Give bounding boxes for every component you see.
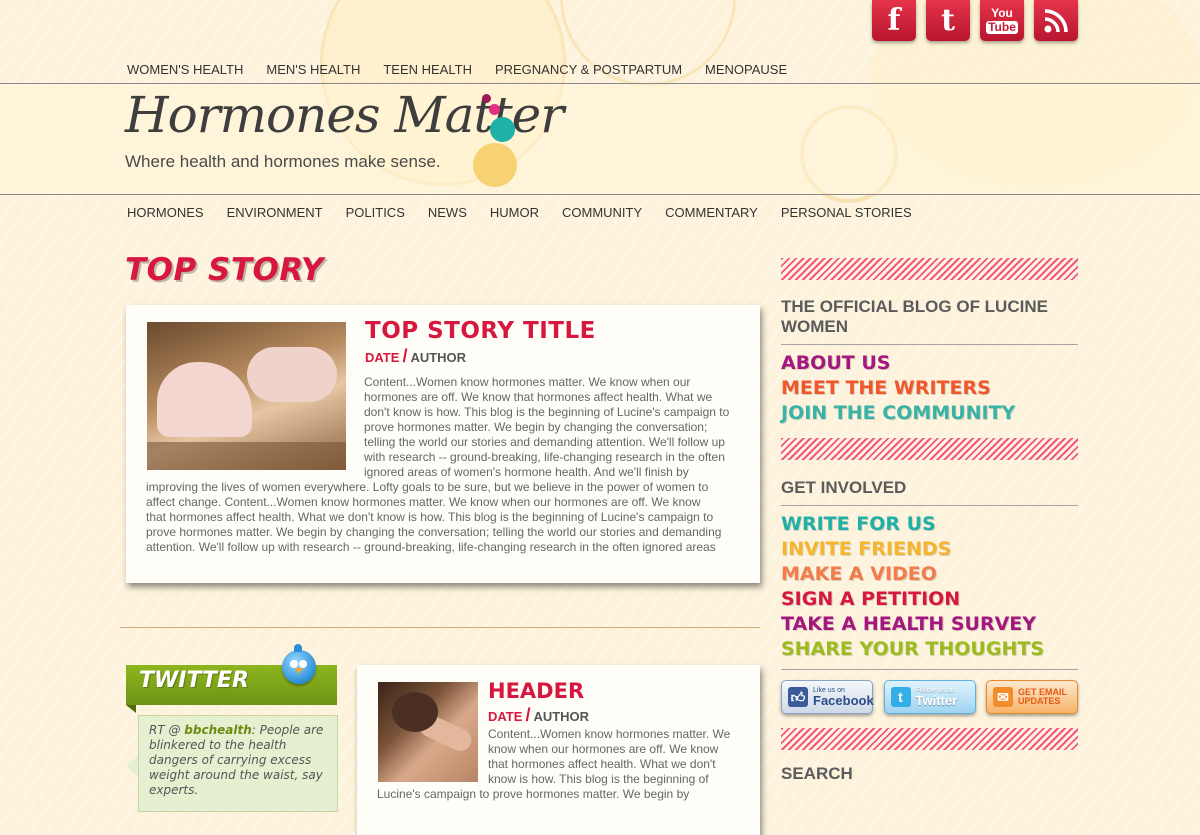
envelope-icon: ✉ <box>993 687 1013 707</box>
post-title[interactable]: HEADER <box>488 679 584 703</box>
get-involved-heading: GET INVOLVED <box>781 478 907 497</box>
twitter-icon[interactable]: t <box>926 0 970 41</box>
stripe-divider <box>781 258 1078 280</box>
tweet-handle[interactable]: bbchealth <box>184 723 251 737</box>
divider <box>781 505 1078 506</box>
logo-dot <box>473 143 517 187</box>
write-for-us-link[interactable]: WRITE FOR US <box>781 512 1078 537</box>
invite-friends-link[interactable]: INVITE FRIENDS <box>781 537 1078 562</box>
top-nav-mens-health[interactable]: MEN'S HEALTH <box>266 62 360 77</box>
top-story-heading: TOP STORY <box>125 252 324 288</box>
facebook-like-button[interactable]: 👍︎ Like us on Facebook <box>781 680 874 714</box>
email-updates-button[interactable]: ✉ GET EMAIL UPDATES <box>986 680 1078 714</box>
logo-dot <box>489 104 500 115</box>
tweet-bubble: RT @ bbchealth: People are blinkered to … <box>138 715 338 812</box>
top-story-title[interactable]: TOP STORY TITLE <box>365 318 596 344</box>
post-author[interactable]: AUTHOR <box>533 709 589 724</box>
social-icons: f t You Tube <box>872 0 1078 41</box>
main-nav-commentary[interactable]: COMMENTARY <box>665 205 758 220</box>
post-card: HEADER DATE / AUTHOR Content...Women know … <box>357 665 760 835</box>
join-community-link[interactable]: JOIN THE COMMUNITY <box>781 401 1078 426</box>
main-nav-hormones[interactable]: HORMONES <box>127 205 204 220</box>
story-author[interactable]: AUTHOR <box>410 350 466 365</box>
tweet-pointer <box>126 756 138 776</box>
logo-dot <box>490 117 515 142</box>
official-blog-heading: THE OFFICIAL BLOG OF LUCINE WOMEN <box>781 297 1048 336</box>
story-date: DATE <box>365 350 400 365</box>
meet-writers-link[interactable]: MEET THE WRITERS <box>781 376 1078 401</box>
rss-glyph <box>1044 8 1068 32</box>
stripe-divider <box>781 728 1078 750</box>
logo-dot <box>482 94 491 103</box>
main-nav-humor[interactable]: HUMOR <box>490 205 539 220</box>
share-thoughts-link[interactable]: SHARE YOUR THOUGHTS <box>781 637 1078 662</box>
sign-petition-link[interactable]: SIGN A PETITION <box>781 587 1078 612</box>
twitter-bird-icon <box>282 644 316 684</box>
main-nav-environment[interactable]: ENVIRONMENT <box>227 205 323 220</box>
about-us-link[interactable]: ABOUT US <box>781 351 1078 376</box>
thumbs-up-icon: 👍︎ <box>788 687 808 707</box>
follow-buttons: 👍︎ Like us on Facebook t Follow us on Twit… <box>781 680 1078 714</box>
facebook-icon[interactable]: f <box>872 0 916 41</box>
post-date: DATE <box>488 709 523 724</box>
divider <box>781 344 1078 345</box>
sidebar: THE OFFICIAL BLOG OF LUCINE WOMEN ABOUT … <box>781 258 1078 784</box>
top-nav: WOMEN'S HEALTH MEN'S HEALTH TEEN HEALTH … <box>127 62 810 77</box>
health-survey-link[interactable]: TAKE A HEALTH SURVEY <box>781 612 1078 637</box>
main-nav-news[interactable]: NEWS <box>428 205 467 220</box>
top-story-meta: DATE / AUTHOR <box>365 346 467 366</box>
main-nav-personal-stories[interactable]: PERSONAL STORIES <box>781 205 912 220</box>
top-story-content: Content...Women know hormones matter. We… <box>146 375 730 554</box>
rss-icon[interactable] <box>1034 0 1078 41</box>
divider <box>120 627 760 628</box>
stripe-divider <box>781 438 1078 460</box>
twitter-follow-button[interactable]: t Follow us on Twitter <box>883 680 976 714</box>
main-nav-politics[interactable]: POLITICS <box>346 205 405 220</box>
twitter-label: TWITTER <box>139 668 249 693</box>
top-nav-pregnancy[interactable]: PREGNANCY & POSTPARTUM <box>495 62 682 77</box>
twitter-bird-icon: t <box>890 687 911 707</box>
post-content: Content...Women know hormones matter. We… <box>377 727 731 801</box>
top-nav-menopause[interactable]: MENOPAUSE <box>705 62 787 77</box>
divider <box>781 669 1078 670</box>
main-nav-community[interactable]: COMMUNITY <box>562 205 642 220</box>
top-story-card: TOP STORY TITLE DATE / AUTHOR Content...Wo… <box>126 305 760 583</box>
top-nav-womens-health[interactable]: WOMEN'S HEALTH <box>127 62 243 77</box>
top-nav-teen-health[interactable]: TEEN HEALTH <box>383 62 472 77</box>
main-nav: HORMONES ENVIRONMENT POLITICS NEWS HUMOR… <box>127 205 935 220</box>
make-video-link[interactable]: MAKE A VIDEO <box>781 562 1078 587</box>
post-meta: DATE / AUTHOR <box>488 705 590 725</box>
youtube-icon[interactable]: You Tube <box>980 0 1024 41</box>
search-heading: SEARCH <box>781 764 853 783</box>
divider <box>0 194 1200 195</box>
ribbon-fold <box>126 705 136 713</box>
